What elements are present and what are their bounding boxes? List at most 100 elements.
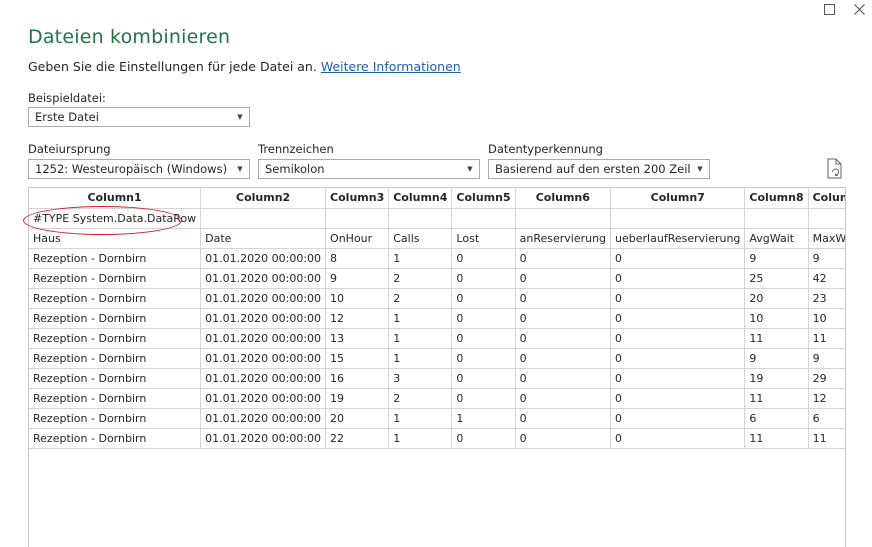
table-cell[interactable]: 1 bbox=[388, 348, 453, 369]
table-cell[interactable]: 01.01.2020 00:00:00 bbox=[200, 388, 327, 409]
table-cell[interactable]: 1 bbox=[388, 328, 453, 349]
table-cell[interactable]: 0 bbox=[610, 248, 746, 269]
table-cell[interactable]: Rezeption - Dornbirn bbox=[29, 428, 202, 449]
table-cell[interactable]: 0 bbox=[515, 248, 612, 269]
table-cell[interactable]: 0 bbox=[515, 408, 612, 429]
table-cell[interactable]: 01.01.2020 00:00:00 bbox=[200, 348, 327, 369]
table-cell[interactable]: 8 bbox=[325, 248, 390, 269]
table-cell[interactable]: 12 bbox=[808, 388, 845, 409]
table-cell[interactable]: 0 bbox=[610, 328, 746, 349]
table-cell[interactable]: MaxWait bbox=[808, 228, 845, 249]
table-cell[interactable] bbox=[451, 208, 516, 229]
column-header[interactable]: Column2 bbox=[200, 188, 327, 209]
table-cell[interactable]: Rezeption - Dornbirn bbox=[29, 248, 202, 269]
column-header[interactable]: Column3 bbox=[325, 188, 390, 209]
table-cell[interactable]: 6 bbox=[744, 408, 809, 429]
table-cell[interactable]: 20 bbox=[744, 288, 809, 309]
table-cell[interactable]: 0 bbox=[515, 268, 612, 289]
table-cell[interactable] bbox=[744, 208, 809, 229]
table-cell[interactable]: anReservierung bbox=[515, 228, 612, 249]
file-refresh-icon[interactable] bbox=[826, 158, 844, 180]
table-cell[interactable]: 01.01.2020 00:00:00 bbox=[200, 428, 327, 449]
table-cell[interactable]: 3 bbox=[388, 368, 453, 389]
table-cell[interactable]: #TYPE System.Data.DataRow bbox=[29, 208, 202, 229]
table-cell[interactable]: Rezeption - Dornbirn bbox=[29, 408, 202, 429]
table-cell[interactable]: 0 bbox=[610, 368, 746, 389]
table-cell[interactable]: 10 bbox=[325, 288, 390, 309]
table-cell[interactable]: 29 bbox=[808, 368, 845, 389]
table-cell[interactable]: 9 bbox=[325, 268, 390, 289]
column-header[interactable]: Column9 bbox=[808, 188, 845, 209]
table-cell[interactable]: 01.01.2020 00:00:00 bbox=[200, 288, 327, 309]
close-button[interactable] bbox=[846, 0, 872, 18]
column-header[interactable]: Column7 bbox=[610, 188, 746, 209]
table-cell[interactable]: 20 bbox=[325, 408, 390, 429]
more-info-link[interactable]: Weitere Informationen bbox=[321, 59, 461, 74]
table-cell[interactable]: 6 bbox=[808, 408, 845, 429]
delimiter-dropdown[interactable]: Semikolon ▼ bbox=[258, 159, 480, 179]
table-cell[interactable]: 15 bbox=[325, 348, 390, 369]
table-cell[interactable]: 19 bbox=[325, 388, 390, 409]
table-cell[interactable]: 9 bbox=[808, 348, 845, 369]
table-cell[interactable]: 01.01.2020 00:00:00 bbox=[200, 268, 327, 289]
table-cell[interactable]: 16 bbox=[325, 368, 390, 389]
table-cell[interactable]: 22 bbox=[325, 428, 390, 449]
table-cell[interactable]: 0 bbox=[451, 328, 516, 349]
table-cell[interactable]: AvgWait bbox=[744, 228, 809, 249]
table-cell[interactable] bbox=[515, 208, 612, 229]
table-cell[interactable]: 9 bbox=[744, 348, 809, 369]
column-header[interactable]: Column8 bbox=[744, 188, 809, 209]
table-cell[interactable]: 0 bbox=[515, 288, 612, 309]
table-cell[interactable]: 0 bbox=[515, 328, 612, 349]
table-cell[interactable]: 42 bbox=[808, 268, 845, 289]
table-cell[interactable]: 1 bbox=[388, 248, 453, 269]
table-cell[interactable]: Haus bbox=[29, 228, 202, 249]
sample-file-dropdown[interactable]: Erste Datei ▼ bbox=[28, 107, 250, 127]
table-cell[interactable]: 2 bbox=[388, 268, 453, 289]
table-cell[interactable]: 01.01.2020 00:00:00 bbox=[200, 308, 327, 329]
table-cell[interactable]: Rezeption - Dornbirn bbox=[29, 268, 202, 289]
table-cell[interactable]: Lost bbox=[451, 228, 516, 249]
table-cell[interactable]: 0 bbox=[515, 368, 612, 389]
table-cell[interactable]: Calls bbox=[388, 228, 453, 249]
table-cell[interactable]: 0 bbox=[515, 388, 612, 409]
table-cell[interactable]: 0 bbox=[451, 428, 516, 449]
table-cell[interactable]: Rezeption - Dornbirn bbox=[29, 368, 202, 389]
column-header[interactable]: Column5 bbox=[451, 188, 516, 209]
table-cell[interactable]: 0 bbox=[451, 308, 516, 329]
table-cell[interactable]: Date bbox=[200, 228, 327, 249]
table-cell[interactable] bbox=[325, 208, 390, 229]
table-cell[interactable]: 0 bbox=[610, 308, 746, 329]
table-cell[interactable]: 1 bbox=[388, 308, 453, 329]
column-header[interactable]: Column4 bbox=[388, 188, 453, 209]
table-cell[interactable]: 11 bbox=[744, 388, 809, 409]
table-cell[interactable] bbox=[388, 208, 453, 229]
table-cell[interactable]: 0 bbox=[451, 268, 516, 289]
table-cell[interactable]: Rezeption - Dornbirn bbox=[29, 328, 202, 349]
table-cell[interactable]: Rezeption - Dornbirn bbox=[29, 348, 202, 369]
table-cell[interactable]: 0 bbox=[610, 288, 746, 309]
table-cell[interactable] bbox=[200, 208, 327, 229]
table-cell[interactable]: 1 bbox=[388, 428, 453, 449]
table-cell[interactable]: 10 bbox=[808, 308, 845, 329]
table-cell[interactable]: 01.01.2020 00:00:00 bbox=[200, 368, 327, 389]
table-cell[interactable]: 0 bbox=[610, 408, 746, 429]
table-cell[interactable]: 0 bbox=[515, 428, 612, 449]
table-cell[interactable]: Rezeption - Dornbirn bbox=[29, 308, 202, 329]
table-cell[interactable]: ueberlaufReservierung bbox=[610, 228, 746, 249]
table-cell[interactable]: 2 bbox=[388, 288, 453, 309]
table-cell[interactable]: 0 bbox=[451, 368, 516, 389]
table-cell[interactable]: 1 bbox=[388, 408, 453, 429]
table-cell[interactable]: 0 bbox=[451, 248, 516, 269]
table-cell[interactable]: Rezeption - Dornbirn bbox=[29, 388, 202, 409]
table-cell[interactable]: 0 bbox=[451, 348, 516, 369]
type-detection-dropdown[interactable]: Basierend auf den ersten 200 Zeilen ▼ bbox=[488, 159, 710, 179]
table-cell[interactable]: 1 bbox=[451, 408, 516, 429]
table-cell[interactable] bbox=[808, 208, 845, 229]
table-cell[interactable]: 01.01.2020 00:00:00 bbox=[200, 248, 327, 269]
table-cell[interactable]: 11 bbox=[808, 428, 845, 449]
table-cell[interactable]: 0 bbox=[515, 308, 612, 329]
maximize-button[interactable] bbox=[816, 0, 842, 18]
table-cell[interactable]: 25 bbox=[744, 268, 809, 289]
table-cell[interactable]: 0 bbox=[610, 388, 746, 409]
